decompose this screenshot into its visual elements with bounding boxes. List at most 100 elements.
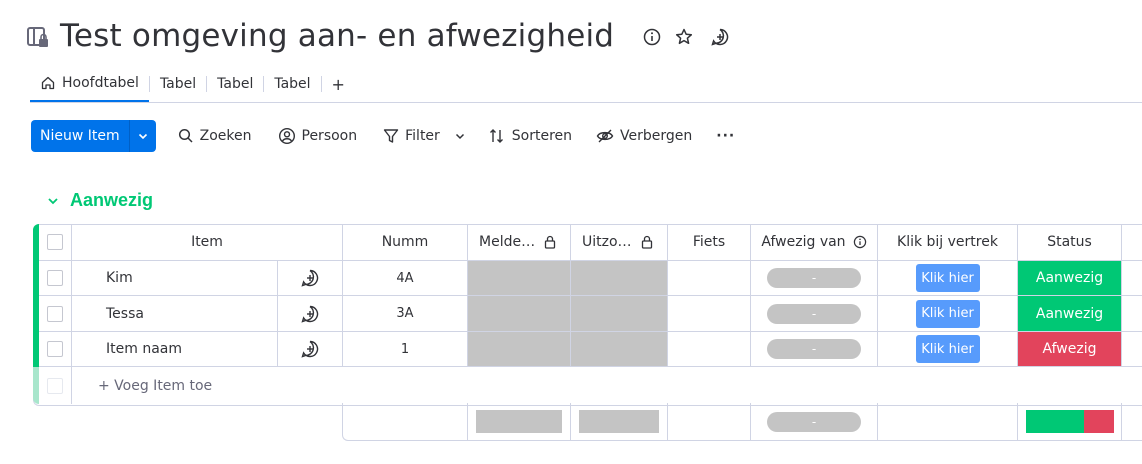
column-header-klik-bij-vertrek[interactable]: Klik bij vertrek xyxy=(878,224,1018,261)
more-options-label: ··· xyxy=(716,128,736,144)
afwezig-van-pill: - xyxy=(767,303,861,324)
tab-tabel-3[interactable]: Tabel xyxy=(264,67,320,101)
item-name-cell[interactable]: Kim xyxy=(72,261,278,296)
group-header[interactable]: Aanwezig xyxy=(46,190,153,211)
item-name[interactable]: Item naam xyxy=(106,341,182,357)
person-icon xyxy=(278,127,296,145)
summary-klik xyxy=(878,403,1018,440)
afwezig-van-pill: - xyxy=(767,339,861,359)
klik-hier-button[interactable]: Klik hier xyxy=(915,264,980,292)
tab-tabel-1[interactable]: Tabel xyxy=(150,67,206,101)
uitzo-cell xyxy=(571,296,668,332)
row-checkbox xyxy=(47,377,63,394)
fiets-cell[interactable] xyxy=(668,332,751,367)
column-header-label: Numm xyxy=(381,234,429,250)
tab-label: Tabel xyxy=(159,76,197,92)
numm-cell[interactable]: 1 xyxy=(343,332,468,367)
new-item-button[interactable]: Nieuw Item xyxy=(31,120,129,152)
status-label: Aanwezig xyxy=(1035,305,1104,322)
info-icon[interactable] xyxy=(642,27,662,47)
add-update-icon[interactable] xyxy=(300,304,320,324)
column-header-filler xyxy=(1122,224,1142,261)
status-cell[interactable]: Afwezig xyxy=(1018,332,1122,367)
row-checkbox[interactable] xyxy=(47,341,63,357)
star-icon[interactable] xyxy=(674,27,694,47)
column-header-melde[interactable]: Melde… xyxy=(468,224,571,261)
add-item-row[interactable]: + Voeg Item toe xyxy=(72,367,1142,404)
melde-cell xyxy=(468,296,571,332)
row-checkbox[interactable] xyxy=(47,270,63,286)
select-all-checkbox[interactable] xyxy=(47,234,63,250)
eye-off-icon xyxy=(596,127,614,145)
column-header-label: Afwezig van xyxy=(761,234,846,250)
status-cell[interactable]: Aanwezig xyxy=(1018,261,1122,296)
add-update-icon[interactable] xyxy=(300,268,320,288)
column-header-label: Melde… xyxy=(479,234,536,250)
column-header-status[interactable]: Status xyxy=(1018,224,1122,261)
search-label: Zoeken xyxy=(199,128,252,144)
numm-value: 3A xyxy=(396,306,414,321)
afwezig-van-cell[interactable]: - xyxy=(751,332,878,367)
tab-label: Tabel xyxy=(217,76,254,92)
board-title[interactable]: Test omgeving aan- en afwezigheid xyxy=(60,14,614,58)
status-cell[interactable]: Aanwezig xyxy=(1018,296,1122,332)
info-icon[interactable] xyxy=(853,235,867,249)
sort-button[interactable]: Sorteren xyxy=(480,120,580,152)
column-header-fiets[interactable]: Fiets xyxy=(668,224,751,261)
tabs-divider-line xyxy=(30,102,1142,103)
tab-tabel-2[interactable]: Tabel xyxy=(207,67,263,101)
row-select-cell xyxy=(39,296,72,332)
board-lock-icon xyxy=(26,25,50,49)
status-distribution-bar[interactable] xyxy=(1025,410,1114,433)
chevron-down-icon[interactable] xyxy=(46,194,60,208)
item-name-cell[interactable]: Tessa xyxy=(72,296,278,332)
column-header-label: Status xyxy=(1047,234,1092,250)
klik-hier-button[interactable]: Klik hier xyxy=(915,299,980,328)
row-select-cell xyxy=(39,332,72,367)
numm-cell[interactable]: 4A xyxy=(343,261,468,296)
add-item-label[interactable]: + Voeg Item toe xyxy=(98,378,212,394)
add-update-icon[interactable] xyxy=(710,27,730,47)
item-updates-cell[interactable] xyxy=(278,332,343,367)
hide-columns-button[interactable]: Verbergen xyxy=(588,120,700,152)
column-header-afwezig-van[interactable]: Afwezig van xyxy=(751,224,878,261)
chevron-down-icon[interactable] xyxy=(454,130,466,142)
melde-cell xyxy=(468,332,571,367)
summary-status[interactable] xyxy=(1018,403,1122,440)
item-name-cell[interactable]: Item naam xyxy=(72,332,278,367)
more-options-button[interactable]: ··· xyxy=(708,120,743,152)
klik-bij-vertrek-cell: Klik hier xyxy=(878,296,1018,332)
summary-numm xyxy=(343,403,468,440)
chevron-down-icon xyxy=(137,130,149,142)
column-header-item[interactable]: Item xyxy=(72,224,343,261)
uitzo-cell xyxy=(571,332,668,367)
fiets-cell[interactable] xyxy=(668,296,751,332)
filter-button[interactable]: Filter xyxy=(375,120,474,152)
search-button[interactable]: Zoeken xyxy=(170,120,260,152)
column-header-uitzo[interactable]: Uitzo… xyxy=(571,224,668,261)
column-header-numm[interactable]: Numm xyxy=(343,224,468,261)
row-filler xyxy=(1122,332,1142,367)
status-label: Afwezig xyxy=(1042,341,1097,357)
person-label: Persoon xyxy=(301,128,358,144)
item-name[interactable]: Tessa xyxy=(106,306,144,322)
filter-icon xyxy=(383,128,399,144)
add-tab-button[interactable]: + xyxy=(322,67,355,101)
tab-hoofdtabel[interactable]: Hoofdtabel xyxy=(30,66,149,102)
group-title[interactable]: Aanwezig xyxy=(70,190,153,211)
numm-value: 1 xyxy=(400,341,410,357)
person-filter-button[interactable]: Persoon xyxy=(270,120,366,152)
new-item-dropdown[interactable] xyxy=(128,120,156,152)
klik-hier-button[interactable]: Klik hier xyxy=(915,335,980,363)
item-updates-cell[interactable] xyxy=(278,296,343,332)
item-updates-cell[interactable] xyxy=(278,261,343,296)
fiets-cell[interactable] xyxy=(668,261,751,296)
afwezig-van-pill: - xyxy=(767,268,861,288)
numm-cell[interactable]: 3A xyxy=(343,296,468,332)
board-tabs: Hoofdtabel Tabel Tabel Tabel + xyxy=(30,66,355,102)
row-checkbox[interactable] xyxy=(47,305,63,322)
afwezig-van-cell[interactable]: - xyxy=(751,261,878,296)
add-update-icon[interactable] xyxy=(300,339,320,359)
item-name[interactable]: Kim xyxy=(106,270,133,286)
afwezig-van-cell[interactable]: - xyxy=(751,296,878,332)
